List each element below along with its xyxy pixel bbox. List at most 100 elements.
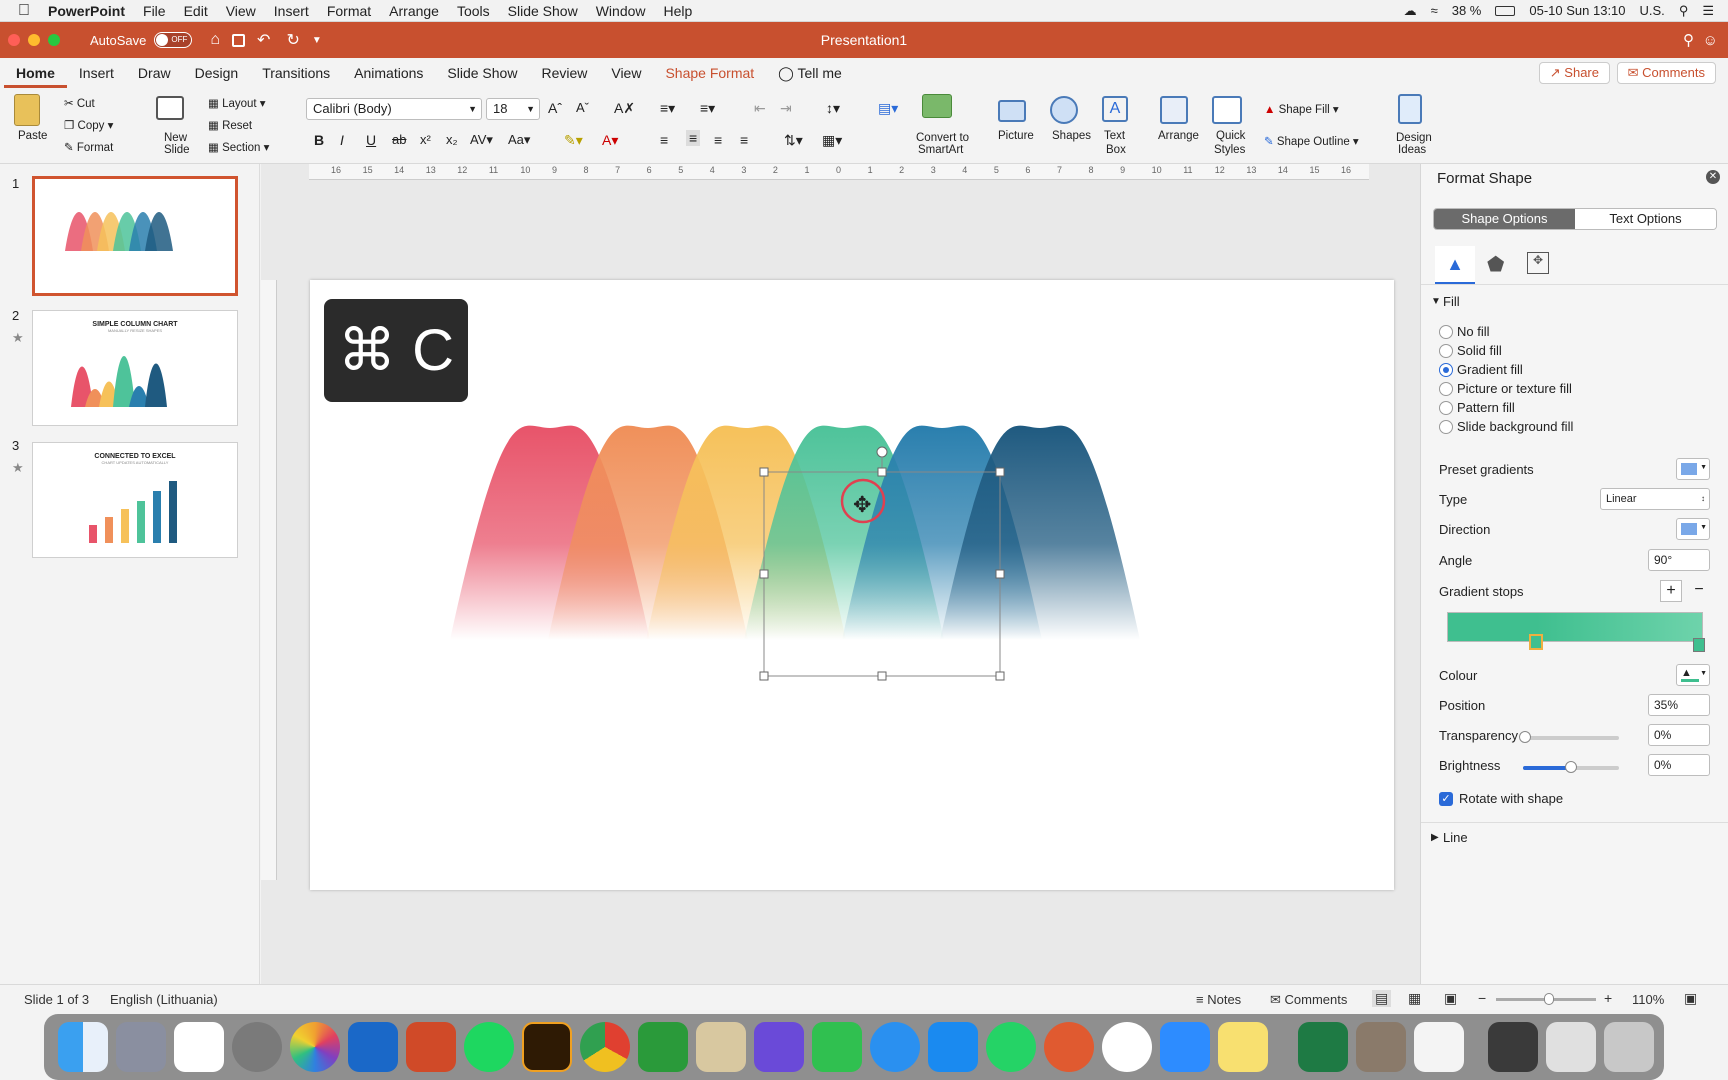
fill-line-icon[interactable]: ▲ (1435, 246, 1475, 284)
shapes-label[interactable]: Shapes (1052, 130, 1091, 142)
menu-format[interactable]: Format (318, 3, 380, 19)
font-name-select[interactable]: Calibri (Body) ▼ (306, 98, 482, 120)
outlook-icon[interactable] (348, 1022, 398, 1072)
paste-label[interactable]: Paste (18, 130, 47, 142)
numbering-icon[interactable]: ≡▾ (700, 100, 715, 117)
menu-arrange[interactable]: Arrange (380, 3, 448, 19)
strikethrough-button[interactable]: ab (392, 132, 406, 147)
chrome-icon[interactable] (580, 1022, 630, 1072)
justify-icon[interactable]: ≡ (740, 132, 748, 148)
system-preferences-icon[interactable] (232, 1022, 282, 1072)
menu-slide-show[interactable]: Slide Show (499, 3, 587, 19)
rotate-handle[interactable] (876, 446, 888, 458)
resize-handle[interactable] (877, 467, 887, 477)
calendar-icon[interactable] (174, 1022, 224, 1072)
launchpad-icon[interactable] (116, 1022, 166, 1072)
quick-styles-icon[interactable] (1212, 96, 1242, 124)
apple-icon[interactable]:  (0, 2, 39, 20)
tab-design[interactable]: Design (183, 58, 251, 88)
resize-handle[interactable] (995, 569, 1005, 579)
arrange-label[interactable]: Arrange (1158, 130, 1199, 142)
font-size-select[interactable]: 18 ▼ (486, 98, 540, 120)
copy-button[interactable]: ❐ Copy ▾ (64, 118, 113, 132)
size-properties-icon[interactable]: ✥ (1527, 252, 1549, 274)
superscript-button[interactable]: x² (420, 132, 431, 147)
input-source[interactable]: U.S. (1640, 3, 1665, 18)
effects-pentagon-icon[interactable]: ⬟ (1487, 252, 1504, 277)
save-icon[interactable] (232, 33, 246, 47)
normal-view-icon[interactable]: ▤ (1372, 990, 1392, 1007)
section-button[interactable]: ▦ Section ▾ (208, 140, 269, 154)
cloud-icon[interactable]: ☁ (1404, 3, 1417, 19)
colour-picker[interactable]: ▲ ▼ (1676, 664, 1710, 686)
zoom-level[interactable]: 110% (1632, 992, 1664, 1007)
subscript-button[interactable]: x₂ (446, 132, 458, 147)
spotify-icon[interactable] (464, 1022, 514, 1072)
excel-icon[interactable] (1298, 1022, 1348, 1072)
resize-handle[interactable] (759, 467, 769, 477)
share-button[interactable]: ↗ Share (1538, 62, 1610, 84)
picture-fill-label[interactable]: Picture or texture fill (1457, 381, 1572, 396)
char-spacing-icon[interactable]: AV▾ (470, 132, 493, 148)
menu-tools[interactable]: Tools (448, 3, 499, 19)
decrease-font-icon[interactable]: Aˇ (576, 100, 589, 115)
battery-text[interactable]: 38 % (1452, 3, 1482, 18)
position-input[interactable]: 35% (1648, 694, 1710, 716)
transparency-slider[interactable] (1519, 731, 1619, 743)
textbox-label-2[interactable]: Box (1106, 144, 1126, 156)
textbox-icon[interactable]: A (1102, 96, 1128, 122)
tab-shape-format[interactable]: Shape Format (653, 58, 766, 88)
shape-options-tab[interactable]: Shape Options (1434, 209, 1575, 229)
zoom-out-icon[interactable]: − (1478, 990, 1486, 1006)
rotate-with-shape-checkbox[interactable]: ✓ (1439, 792, 1453, 806)
quick-styles-label-2[interactable]: Styles (1214, 144, 1245, 156)
facetime-icon[interactable] (812, 1022, 862, 1072)
increase-indent-icon[interactable]: ⇥ (780, 100, 792, 117)
comments-status-button[interactable]: ✉ Comments (1270, 992, 1347, 1008)
fill-header[interactable]: Fill (1443, 294, 1460, 309)
increase-font-icon[interactable]: Aˆ (548, 100, 562, 116)
shape-fill-button[interactable]: ▲ Shape Fill ▾ (1264, 102, 1339, 116)
menu-window[interactable]: Window (587, 3, 655, 19)
slide-thumbnail-1[interactable] (32, 176, 238, 296)
app-store-icon[interactable] (928, 1022, 978, 1072)
font-color-icon[interactable]: A▾ (602, 132, 618, 149)
shapes-icon[interactable] (1050, 96, 1078, 124)
tab-home[interactable]: Home (4, 58, 67, 88)
clock[interactable]: 05-10 Sun 13:10 (1529, 3, 1625, 18)
new-slide-label-2[interactable]: Slide (164, 144, 190, 156)
picture-fill-radio[interactable] (1439, 382, 1453, 396)
change-case-icon[interactable]: Aa▾ (508, 132, 530, 148)
menu-insert[interactable]: Insert (265, 3, 318, 19)
columns-icon[interactable]: ▤▾ (878, 100, 898, 117)
zoom-app-icon[interactable] (1160, 1022, 1210, 1072)
resize-handle[interactable] (759, 569, 769, 579)
slide-bg-fill-label[interactable]: Slide background fill (1457, 419, 1573, 434)
solid-fill-radio[interactable] (1439, 344, 1453, 358)
design-ideas-icon[interactable] (1398, 94, 1422, 124)
arrange-icon[interactable] (1160, 96, 1188, 124)
gradient-fill-radio[interactable] (1439, 363, 1453, 377)
imovie-icon[interactable] (754, 1022, 804, 1072)
bullets-icon[interactable]: ≡▾ (660, 100, 675, 117)
paste-icon[interactable] (14, 94, 40, 126)
picture-icon[interactable] (998, 100, 1026, 122)
powerpoint-icon[interactable] (406, 1022, 456, 1072)
textbox-label-1[interactable]: Text (1104, 130, 1125, 142)
add-stop-button[interactable]: + (1660, 580, 1682, 602)
minimize-window-button[interactable] (28, 34, 40, 46)
line-disclosure-icon[interactable]: ▶ (1431, 832, 1439, 843)
remote-desktop-icon[interactable] (1044, 1022, 1094, 1072)
new-slide-label-1[interactable]: New (164, 132, 187, 144)
screenshot-icon[interactable] (1488, 1022, 1538, 1072)
align-left-icon[interactable]: ≡ (660, 132, 668, 148)
decrease-indent-icon[interactable]: ⇤ (754, 100, 766, 117)
photos-icon[interactable] (290, 1022, 340, 1072)
wifi-icon[interactable]: ≈ (1431, 3, 1438, 18)
tab-slide-show[interactable]: Slide Show (435, 58, 529, 88)
feedback-icon[interactable]: ☺ (1703, 32, 1718, 49)
menu-help[interactable]: Help (655, 3, 702, 19)
numbers-icon[interactable] (696, 1022, 746, 1072)
finder-icon[interactable] (58, 1022, 108, 1072)
tab-review[interactable]: Review (529, 58, 599, 88)
